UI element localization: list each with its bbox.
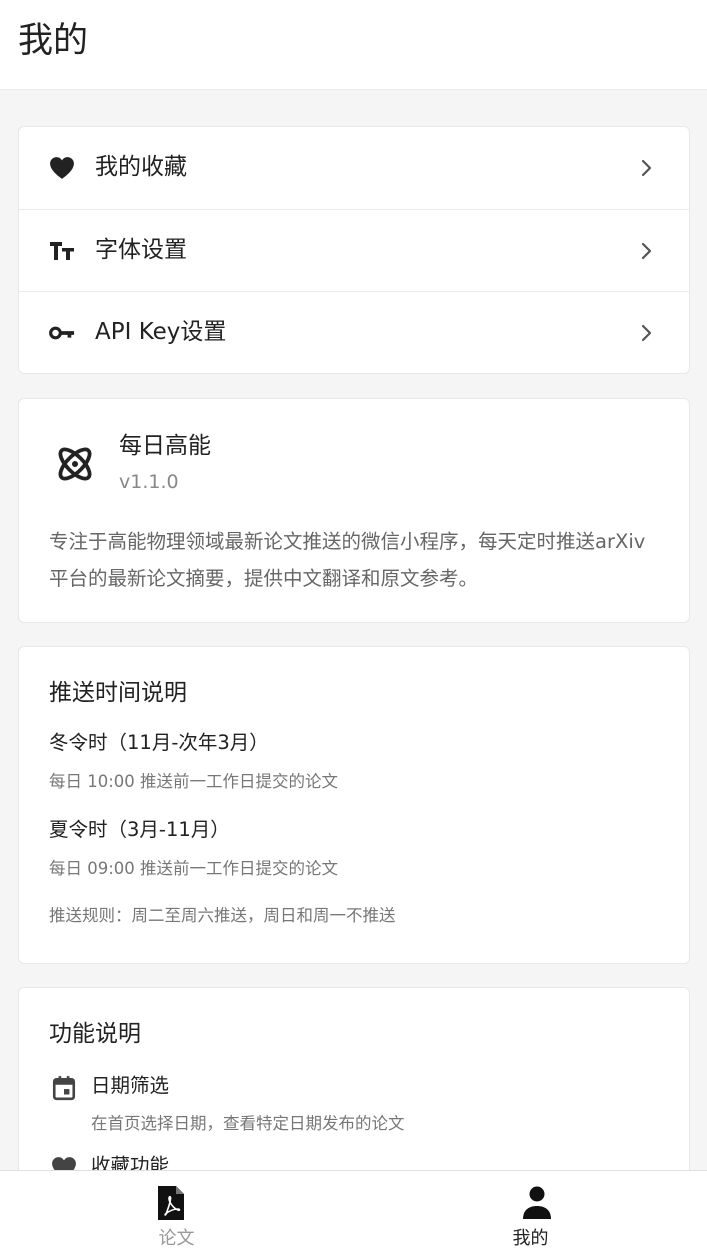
push-rule: 推送规则：周二至周六推送，周日和周一不推送 <box>49 906 396 925</box>
feature-label-date-filter: 日期筛选 <box>91 1074 170 1097</box>
app-description: 专注于高能物理领域最新论文推送的微信小程序，每天定时推送arXiv平台的最新论文… <box>49 530 646 590</box>
text-size-icon <box>49 238 75 264</box>
app-name: 每日高能 <box>119 433 211 459</box>
menu-item-favorites[interactable]: 我的收藏 <box>19 127 689 209</box>
summer-schedule-title: 夏令时（3月-11月） <box>49 818 230 841</box>
chevron-right-icon <box>639 240 655 262</box>
heart-icon <box>49 155 75 181</box>
key-icon <box>49 320 75 346</box>
push-schedule-title: 推送时间说明 <box>49 680 187 706</box>
about-card: 每日高能 v1.1.0 专注于高能物理领域最新论文推送的微信小程序，每天定时推送… <box>18 398 690 623</box>
page-title: 我的 <box>18 21 89 61</box>
menu-item-api-key[interactable]: API Key设置 <box>19 291 689 373</box>
page-header: 我的 <box>0 0 707 90</box>
calendar-icon <box>51 1075 77 1101</box>
tab-label: 我的 <box>512 1228 549 1249</box>
tab-label: 论文 <box>158 1228 195 1249</box>
content-scroll[interactable]: 我的收藏 字体设置 API Key设置 每日高能 v1.1.0 专注于高能物理领… <box>0 91 707 1170</box>
pdf-icon <box>155 1185 187 1221</box>
menu-item-font-settings[interactable]: 字体设置 <box>19 209 689 291</box>
heart-icon <box>51 1156 77 1170</box>
bottom-tab-bar: 论文 我的 <box>0 1170 707 1250</box>
menu-item-label: API Key设置 <box>95 319 227 345</box>
push-schedule-card: 推送时间说明 冬令时（11月-次年3月） 每日 10:00 推送前一工作日提交的… <box>18 646 690 964</box>
chevron-right-icon <box>639 322 655 344</box>
settings-menu: 我的收藏 字体设置 API Key设置 <box>18 126 690 374</box>
feature-desc-date-filter: 在首页选择日期，查看特定日期发布的论文 <box>91 1114 405 1133</box>
app-version: v1.1.0 <box>119 471 179 493</box>
atom-icon <box>53 441 97 487</box>
summer-schedule-detail: 每日 09:00 推送前一工作日提交的论文 <box>49 859 339 878</box>
menu-item-label: 我的收藏 <box>95 154 187 180</box>
winter-schedule-detail: 每日 10:00 推送前一工作日提交的论文 <box>49 772 339 791</box>
feature-label-favorites: 收藏功能 <box>91 1154 170 1170</box>
features-card: 功能说明 日期筛选 在首页选择日期，查看特定日期发布的论文 收藏功能 <box>18 987 690 1170</box>
tab-papers[interactable]: 论文 <box>0 1171 353 1250</box>
tab-profile[interactable]: 我的 <box>354 1171 707 1250</box>
features-title: 功能说明 <box>49 1021 141 1047</box>
winter-schedule-title: 冬令时（11月-次年3月） <box>49 731 269 754</box>
chevron-right-icon <box>639 157 655 179</box>
person-icon <box>521 1185 553 1221</box>
menu-item-label: 字体设置 <box>95 237 187 263</box>
